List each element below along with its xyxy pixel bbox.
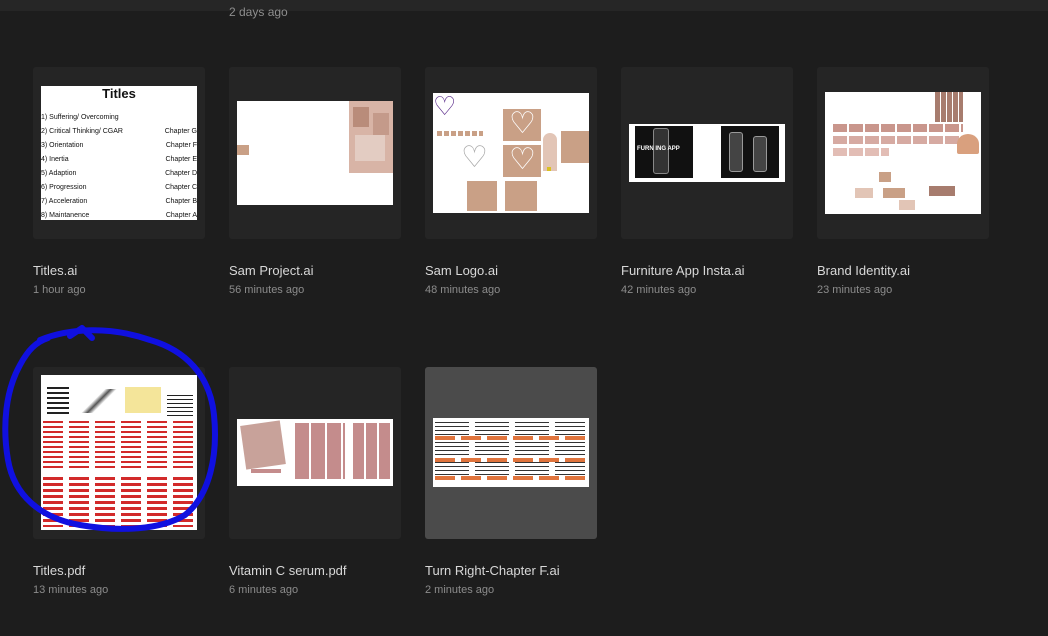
- file-thumbnail[interactable]: [33, 367, 205, 539]
- product-photo: [957, 134, 979, 154]
- doc-line: 3) Orientation: [41, 142, 84, 149]
- file-time: 48 minutes ago: [425, 284, 501, 296]
- photo-tile: [879, 172, 891, 182]
- photo-tile: [855, 188, 873, 198]
- preview-photo: [355, 135, 385, 161]
- sam-project-preview: [237, 101, 393, 205]
- text-block: [167, 395, 193, 417]
- photo-tile: [899, 200, 915, 210]
- doc-chapter: Chapter F: [165, 142, 197, 149]
- file-time: 2 minutes ago: [425, 584, 495, 596]
- color-row: [833, 148, 889, 156]
- file-card-turn-right[interactable]: Turn Right-Chapter F.ai 2 minutes ago: [425, 367, 597, 596]
- titles-pdf-preview: [41, 375, 197, 530]
- top-band: [0, 0, 1048, 11]
- label-strip: [251, 469, 281, 473]
- titles-document-preview: Titles 1) Suffering/ Overcoming 2) Criti…: [41, 86, 197, 220]
- color-row: [833, 136, 963, 144]
- file-card-titles-pdf[interactable]: Titles.pdf 13 minutes ago: [33, 367, 205, 596]
- orange-row: [435, 458, 585, 462]
- orange-row: [435, 476, 585, 480]
- doc-chapter: Chapter E: [165, 156, 197, 163]
- file-name[interactable]: Turn Right-Chapter F.ai: [425, 563, 597, 578]
- furniture-app-heading: FURN ING APP: [637, 146, 680, 152]
- file-card-sam-logo[interactable]: ♡ ♡ ♡ ♡ Sam Logo.ai 48 minutes ago: [425, 67, 597, 296]
- file-name[interactable]: Sam Project.ai: [229, 263, 401, 278]
- sam-logo-preview: ♡ ♡ ♡ ♡: [433, 93, 589, 213]
- file-name[interactable]: Titles.ai: [33, 263, 205, 278]
- file-card-furniture-app[interactable]: FURN ING APP Furniture App Insta.ai 42 m…: [621, 67, 793, 296]
- file-card-titles-ai[interactable]: Titles 1) Suffering/ Overcoming 2) Criti…: [33, 67, 205, 296]
- file-thumbnail[interactable]: [229, 67, 401, 239]
- swatch-row: [437, 131, 483, 136]
- doc-line: 4) Inertia: [41, 156, 69, 163]
- doc-chapter: Chapter G: [164, 128, 197, 135]
- file-time: 56 minutes ago: [229, 284, 305, 296]
- file-card-brand-identity[interactable]: Brand Identity.ai 23 minutes ago: [817, 67, 989, 296]
- photo-tile: [883, 188, 905, 198]
- text-card: [561, 131, 589, 163]
- heart-icon: ♡: [509, 107, 536, 140]
- doc-line: 5) Adaption: [41, 170, 77, 177]
- file-name[interactable]: Vitamin C serum.pdf: [229, 563, 401, 578]
- file-time: 42 minutes ago: [621, 284, 697, 296]
- text-block: [47, 387, 69, 417]
- doc-line: 1) Suffering/ Overcoming: [41, 114, 119, 121]
- furniture-app-preview: FURN ING APP: [629, 124, 785, 182]
- portrait-photo: [543, 133, 557, 171]
- red-text-columns: [43, 477, 193, 527]
- file-thumbnail[interactable]: FURN ING APP: [621, 67, 793, 239]
- red-text-columns: [43, 421, 193, 471]
- photo-grid: [935, 92, 963, 122]
- preview-block: [237, 145, 249, 155]
- file-name[interactable]: Brand Identity.ai: [817, 263, 989, 278]
- yellow-card: [125, 387, 161, 413]
- orange-row: [435, 436, 585, 440]
- file-card-vitamin-c[interactable]: Vitamin C serum.pdf 6 minutes ago: [229, 367, 401, 596]
- color-row: [833, 124, 963, 132]
- file-time: 23 minutes ago: [817, 284, 893, 296]
- file-thumbnail[interactable]: [229, 367, 401, 539]
- file-name[interactable]: Titles.pdf: [33, 563, 205, 578]
- file-thumbnail[interactable]: [817, 67, 989, 239]
- file-card-sam-project[interactable]: Sam Project.ai 56 minutes ago: [229, 67, 401, 296]
- sketch-illustration: [81, 389, 117, 413]
- doc-line: 7) Acceleration: [41, 198, 88, 205]
- product-photo: [240, 420, 286, 470]
- previous-row-time: 2 days ago: [229, 5, 288, 19]
- file-name[interactable]: Sam Logo.ai: [425, 263, 597, 278]
- file-thumbnail[interactable]: ♡ ♡ ♡ ♡: [425, 67, 597, 239]
- heart-tile: [467, 181, 497, 211]
- photo-tile: [929, 186, 955, 196]
- text-columns: [435, 422, 585, 482]
- doc-line: 8) Maintanence: [41, 212, 90, 219]
- heart-icon: ♡: [509, 143, 536, 176]
- brand-identity-preview: [825, 92, 981, 214]
- box-dieline: [295, 423, 345, 479]
- heart-icon: ♡: [461, 141, 488, 174]
- dot: [547, 167, 551, 171]
- preview-photo: [353, 107, 369, 127]
- heart-tile: [505, 181, 537, 211]
- turn-right-preview: [433, 418, 589, 487]
- doc-chapter: Chapter C: [165, 184, 197, 191]
- preview-photo: [373, 113, 389, 135]
- file-thumbnail[interactable]: Titles 1) Suffering/ Overcoming 2) Criti…: [33, 67, 205, 239]
- doc-line: 2) Critical Thinking/ CGAR: [41, 128, 123, 135]
- file-time: 6 minutes ago: [229, 584, 299, 596]
- file-name[interactable]: Furniture App Insta.ai: [621, 263, 793, 278]
- file-thumbnail-selected[interactable]: [425, 367, 597, 539]
- heart-icon: ♡: [433, 93, 457, 121]
- doc-title: Titles: [102, 86, 136, 101]
- vitamin-c-preview: [237, 419, 393, 486]
- file-time: 13 minutes ago: [33, 584, 109, 596]
- box-dieline: [353, 423, 391, 479]
- doc-line: 6) Progression: [41, 184, 87, 191]
- doc-chapter: Chapter D: [165, 170, 197, 177]
- doc-chapter: Chapter A: [165, 212, 197, 219]
- doc-chapter: Chapter B: [165, 198, 197, 205]
- file-time: 1 hour ago: [33, 284, 86, 296]
- phone-mockup: [729, 132, 743, 172]
- phone-mockup: [753, 136, 767, 172]
